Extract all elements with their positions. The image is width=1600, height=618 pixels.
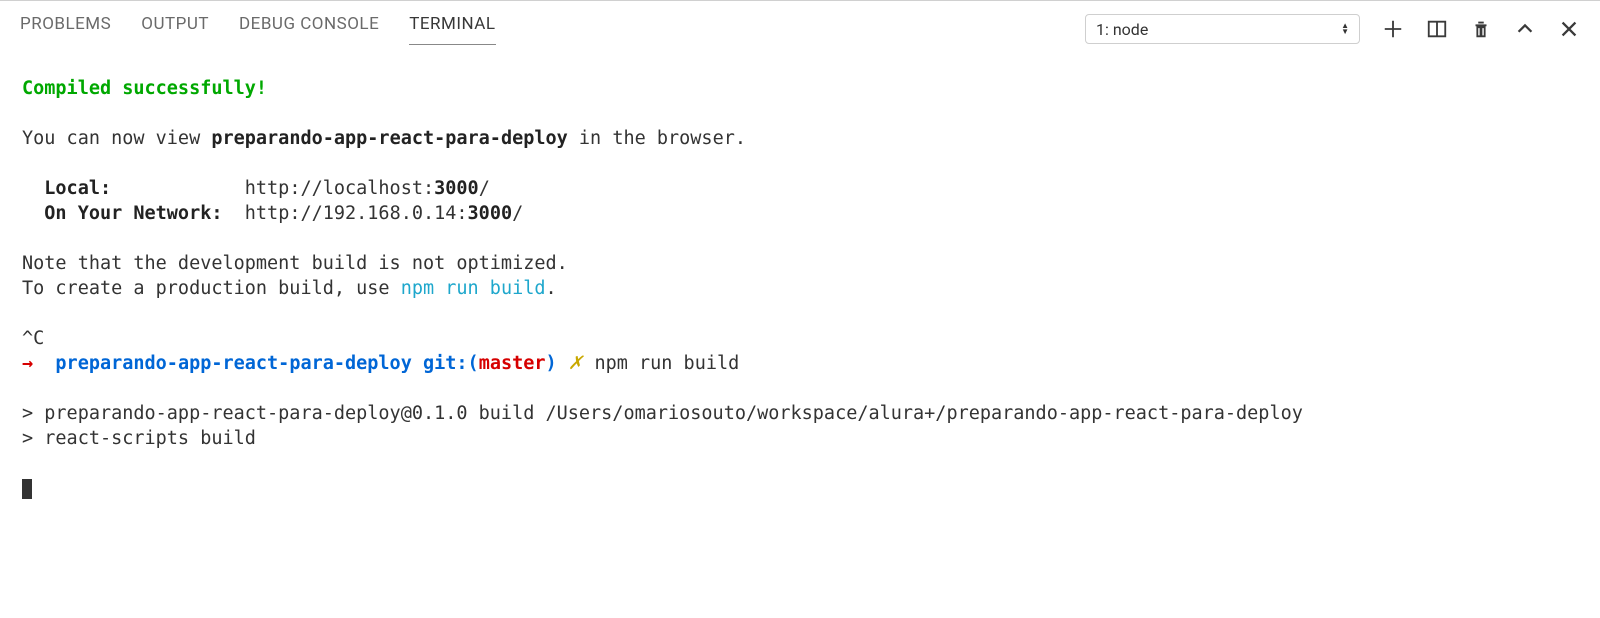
terminal-output[interactable]: Compiled successfully! You can now view … bbox=[0, 49, 1600, 618]
local-url-prefix: http://localhost: bbox=[245, 178, 434, 199]
tab-debug-console[interactable]: DEBUG CONSOLE bbox=[239, 14, 379, 45]
note-line-2-prefix: To create a production build, use bbox=[22, 278, 401, 299]
view-text-prefix: You can now view bbox=[22, 128, 211, 149]
app-name: preparando-app-react-para-deploy bbox=[211, 128, 567, 149]
panel-header: PROBLEMS OUTPUT DEBUG CONSOLE TERMINAL 1… bbox=[0, 1, 1600, 49]
close-panel-button[interactable] bbox=[1558, 18, 1580, 40]
chevron-up-icon bbox=[1514, 18, 1536, 40]
script-line-1: > preparando-app-react-para-deploy@0.1.0… bbox=[22, 403, 1303, 424]
terminal-selector[interactable]: 1: node ▲▼ bbox=[1085, 14, 1360, 44]
local-url-suffix: / bbox=[479, 178, 490, 199]
local-port: 3000 bbox=[434, 178, 479, 199]
local-label: Local: bbox=[44, 178, 111, 199]
plus-icon bbox=[1382, 18, 1404, 40]
trash-icon bbox=[1470, 18, 1492, 40]
note-line-1: Note that the development build is not o… bbox=[22, 253, 568, 274]
typed-command: npm run build bbox=[594, 353, 739, 374]
network-port: 3000 bbox=[468, 203, 513, 224]
network-url-suffix: / bbox=[512, 203, 523, 224]
git-close: ) bbox=[546, 353, 557, 374]
tab-problems[interactable]: PROBLEMS bbox=[20, 14, 111, 45]
kill-terminal-button[interactable] bbox=[1470, 18, 1492, 40]
network-label: On Your Network: bbox=[44, 203, 222, 224]
prompt-arrow: → bbox=[22, 353, 33, 374]
ctrl-c: ^C bbox=[22, 328, 44, 349]
tab-output[interactable]: OUTPUT bbox=[141, 14, 209, 45]
panel-tabs: PROBLEMS OUTPUT DEBUG CONSOLE TERMINAL bbox=[20, 14, 1085, 45]
prompt-dir: preparando-app-react-para-deploy bbox=[55, 353, 411, 374]
dirty-mark: ✗ bbox=[568, 353, 584, 374]
compiled-status: Compiled successfully! bbox=[22, 78, 267, 99]
new-terminal-button[interactable] bbox=[1382, 18, 1404, 40]
network-url-prefix: http://192.168.0.14: bbox=[245, 203, 468, 224]
git-branch: master bbox=[479, 353, 546, 374]
git-label: git:( bbox=[423, 353, 479, 374]
split-icon bbox=[1426, 18, 1448, 40]
note-line-2-suffix: . bbox=[546, 278, 557, 299]
select-arrows-icon: ▲▼ bbox=[1341, 23, 1349, 35]
terminal-cursor bbox=[22, 479, 32, 499]
close-icon bbox=[1558, 18, 1580, 40]
terminal-selector-label: 1: node bbox=[1096, 20, 1148, 39]
maximize-panel-button[interactable] bbox=[1514, 18, 1536, 40]
tab-terminal[interactable]: TERMINAL bbox=[409, 14, 495, 45]
panel-header-actions: 1: node ▲▼ bbox=[1085, 14, 1580, 44]
terminal-panel: PROBLEMS OUTPUT DEBUG CONSOLE TERMINAL 1… bbox=[0, 0, 1600, 618]
split-terminal-button[interactable] bbox=[1426, 18, 1448, 40]
npm-run-build-hint: npm run build bbox=[401, 278, 546, 299]
view-text-suffix: in the browser. bbox=[568, 128, 746, 149]
script-line-2: > react-scripts build bbox=[22, 428, 256, 449]
